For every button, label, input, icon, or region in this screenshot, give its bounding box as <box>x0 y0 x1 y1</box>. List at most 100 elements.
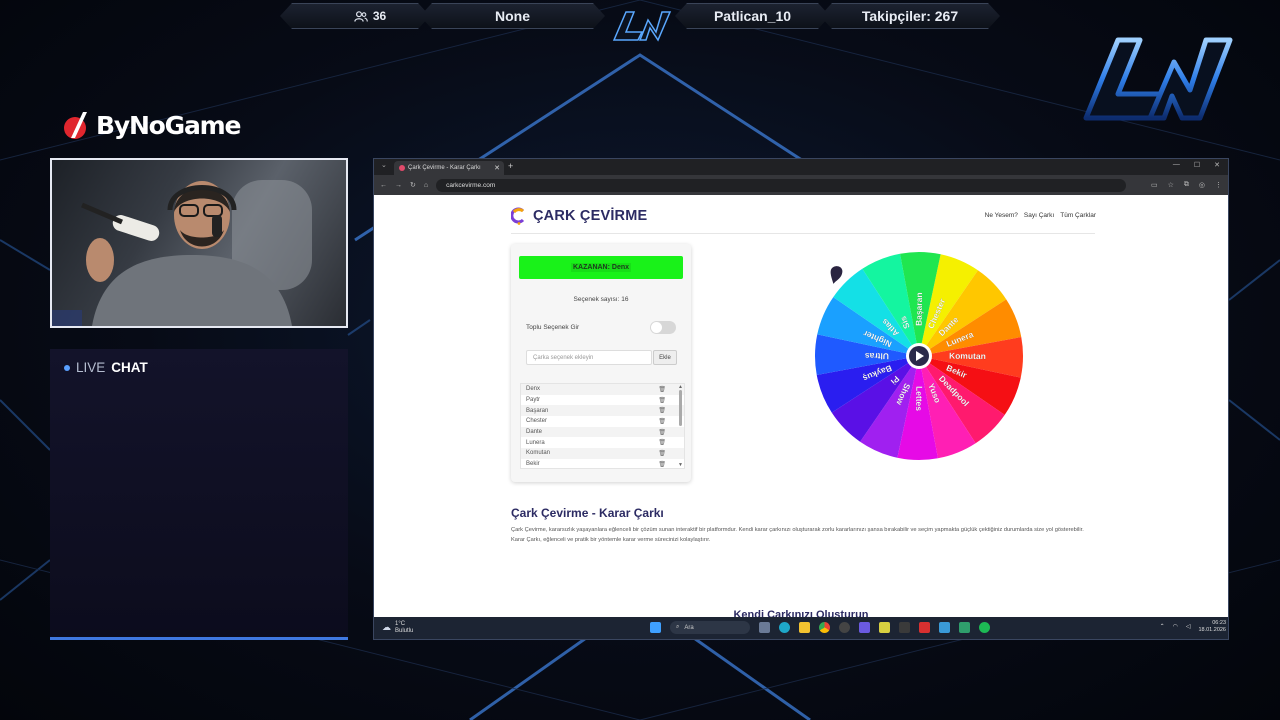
bulk-entry-toggle[interactable] <box>650 321 676 334</box>
winner-banner: KAZANAN: Denx <box>519 256 683 279</box>
option-row[interactable]: Başaran 🗑 <box>521 405 684 417</box>
chat-live-label: LIVE <box>76 360 106 375</box>
minimize-icon[interactable]: — <box>1173 161 1180 169</box>
live-chat-panel: LIVE CHAT <box>50 349 348 640</box>
wheel-label: Lettes <box>914 386 924 411</box>
option-count: Seçenek sayısı: 16 <box>573 296 629 303</box>
viewer-count-value: 36 <box>372 9 387 23</box>
options-panel: KAZANAN: Denx Seçenek sayısı: 16 Toplu S… <box>511 244 691 482</box>
delete-option-icon[interactable]: 🗑 <box>658 450 666 457</box>
delete-option-icon[interactable]: 🗑 <box>658 429 666 436</box>
option-row[interactable]: Komutan 🗑 <box>521 448 684 459</box>
forward-icon[interactable]: → <box>395 182 402 189</box>
system-tray: ⌃ ◠ ◁ 06:23 18.01.2026 <box>1160 620 1226 634</box>
taskbar-search-text: Ara <box>684 624 694 631</box>
spotify-icon[interactable] <box>979 622 990 633</box>
app-icon[interactable] <box>879 622 890 633</box>
window-controls: — ☐ ✕ <box>1173 161 1220 169</box>
option-row[interactable]: Denx 🗑 <box>521 384 684 395</box>
option-list-scrollbar[interactable] <box>679 390 682 426</box>
delete-option-icon[interactable]: 🗑 <box>658 397 666 404</box>
app-icon[interactable] <box>899 622 910 633</box>
home-icon[interactable]: ⌂ <box>424 182 428 189</box>
delete-option-icon[interactable]: 🗑 <box>658 418 666 425</box>
weather-condition: Bulutlu <box>395 627 414 634</box>
tab-strip: ⌄ Çark Çevirme - Karar Çarkı ✕ + — ☐ ✕ <box>374 159 1228 175</box>
option-list: Denx 🗑 Paytr 🗑 Başaran 🗑 Chester 🗑 Dante 🗑 Lunera 🗑… <box>520 383 685 469</box>
option-label: Başaran <box>526 407 549 414</box>
nav-link-tum-carklar[interactable]: Tüm Çarklar <box>1060 212 1096 219</box>
site-logo[interactable]: ÇARK ÇEVİRME <box>511 207 647 225</box>
windows-start-icon[interactable] <box>650 622 661 633</box>
tray-chevron-icon[interactable]: ⌃ <box>1160 623 1165 630</box>
clock[interactable]: 06:23 18.01.2026 <box>1198 620 1226 634</box>
discord-icon[interactable] <box>859 622 870 633</box>
browser-actions: ▭ ☆ ⧉ ◎ ⋮ <box>1151 181 1222 189</box>
follower-count-text: Takipçiler: 267 <box>861 8 959 24</box>
scroll-up-icon[interactable]: ▲ <box>678 384 683 390</box>
follower-count: Takipçiler: 267 <box>820 3 1000 29</box>
add-option-button[interactable]: Ekle <box>653 350 677 365</box>
window-close-icon[interactable]: ✕ <box>1214 161 1220 169</box>
volume-icon[interactable]: ◁ <box>1186 623 1191 630</box>
option-row[interactable]: Paytr 🗑 <box>521 395 684 406</box>
task-view-icon[interactable] <box>759 622 770 633</box>
delete-option-icon[interactable]: 🗑 <box>658 386 666 393</box>
live-dot-icon <box>64 364 70 371</box>
sponsor-logo: ByNoGame <box>62 108 241 142</box>
browser-menu-icon[interactable]: ⋮ <box>1215 181 1222 189</box>
delete-option-icon[interactable]: 🗑 <box>658 461 666 468</box>
bookmark-star-icon[interactable]: ☆ <box>1168 181 1174 189</box>
spin-wheel[interactable]: ChesterDanteLuneraKomutanBekirDeadpoolYu… <box>812 249 1026 463</box>
app-icon[interactable] <box>939 622 950 633</box>
option-input-placeholder: Çarka seçenek ekleyin <box>533 354 594 361</box>
delete-option-icon[interactable]: 🗑 <box>658 439 666 446</box>
option-label: Paytr <box>526 397 541 404</box>
profile-icon[interactable]: ◎ <box>1199 181 1205 189</box>
option-label: Chester <box>526 418 548 425</box>
edge-icon[interactable] <box>779 622 790 633</box>
network-icon[interactable]: ◠ <box>1173 623 1178 630</box>
option-row[interactable]: Bekir 🗑 <box>521 459 684 468</box>
cast-icon[interactable]: ▭ <box>1151 181 1158 189</box>
option-row[interactable]: Chester 🗑 <box>521 416 684 427</box>
delete-option-icon[interactable]: 🗑 <box>658 407 666 414</box>
tab-close-icon[interactable]: ✕ <box>494 164 500 172</box>
option-row[interactable]: Lunera 🗑 <box>521 437 684 448</box>
taskbar-search-icon: ⌕ <box>676 624 680 630</box>
sponsor-name: ByNoGame <box>96 110 241 140</box>
obs-icon[interactable] <box>839 622 850 633</box>
tab-title: Çark Çevirme - Karar Çarkı <box>408 165 481 171</box>
scroll-down-icon[interactable]: ▼ <box>678 462 683 468</box>
option-label: Lunera <box>526 439 545 446</box>
extensions-icon[interactable]: ⧉ <box>1184 181 1189 189</box>
back-icon[interactable]: ← <box>380 182 387 189</box>
reload-icon[interactable]: ↻ <box>410 181 416 189</box>
bulk-entry-label: Toplu Seçenek Gir <box>526 324 580 331</box>
taskbar-apps: ⌕ Ara <box>650 621 990 634</box>
browser-tab[interactable]: Çark Çevirme - Karar Çarkı ✕ <box>394 161 504 175</box>
option-input[interactable]: Çarka seçenek ekleyin <box>526 350 652 365</box>
tab-search-icon[interactable]: ⌄ <box>381 161 387 169</box>
taskbar-search[interactable]: ⌕ Ara <box>670 621 750 634</box>
nav-link-sayi-carki[interactable]: Sayı Çarkı <box>1024 212 1054 219</box>
address-bar-row: ← → ↻ ⌂ carkcevirme.com ▭ ☆ ⧉ ◎ ⋮ <box>374 175 1228 195</box>
file-explorer-icon[interactable] <box>799 622 810 633</box>
nav-link-ne-yesem[interactable]: Ne Yesem? <box>985 212 1018 219</box>
maximize-icon[interactable]: ☐ <box>1194 161 1200 169</box>
channel-logo-small <box>612 11 672 42</box>
weather-widget[interactable]: ☁ 1°C Bulutlu <box>382 621 413 634</box>
url-field[interactable]: carkcevirme.com <box>436 178 1127 192</box>
option-row[interactable]: Dante 🗑 <box>521 426 684 438</box>
app-icon[interactable] <box>959 622 970 633</box>
chat-header: LIVE CHAT <box>64 360 148 375</box>
stream-status-text: None <box>495 8 530 24</box>
winner-text: KAZANAN: Denx <box>571 263 631 272</box>
wheel-label: Komutan <box>949 351 986 361</box>
new-tab-icon[interactable]: + <box>508 161 513 171</box>
chrome-icon[interactable] <box>819 622 830 633</box>
site-nav: Ne Yesem? Sayı Çarkı Tüm Çarklar <box>985 212 1096 219</box>
section-title: Çark Çevirme - Karar Çarkı <box>511 506 664 520</box>
streamer-name: Patlican_10 <box>675 3 830 29</box>
app-icon[interactable] <box>919 622 930 633</box>
